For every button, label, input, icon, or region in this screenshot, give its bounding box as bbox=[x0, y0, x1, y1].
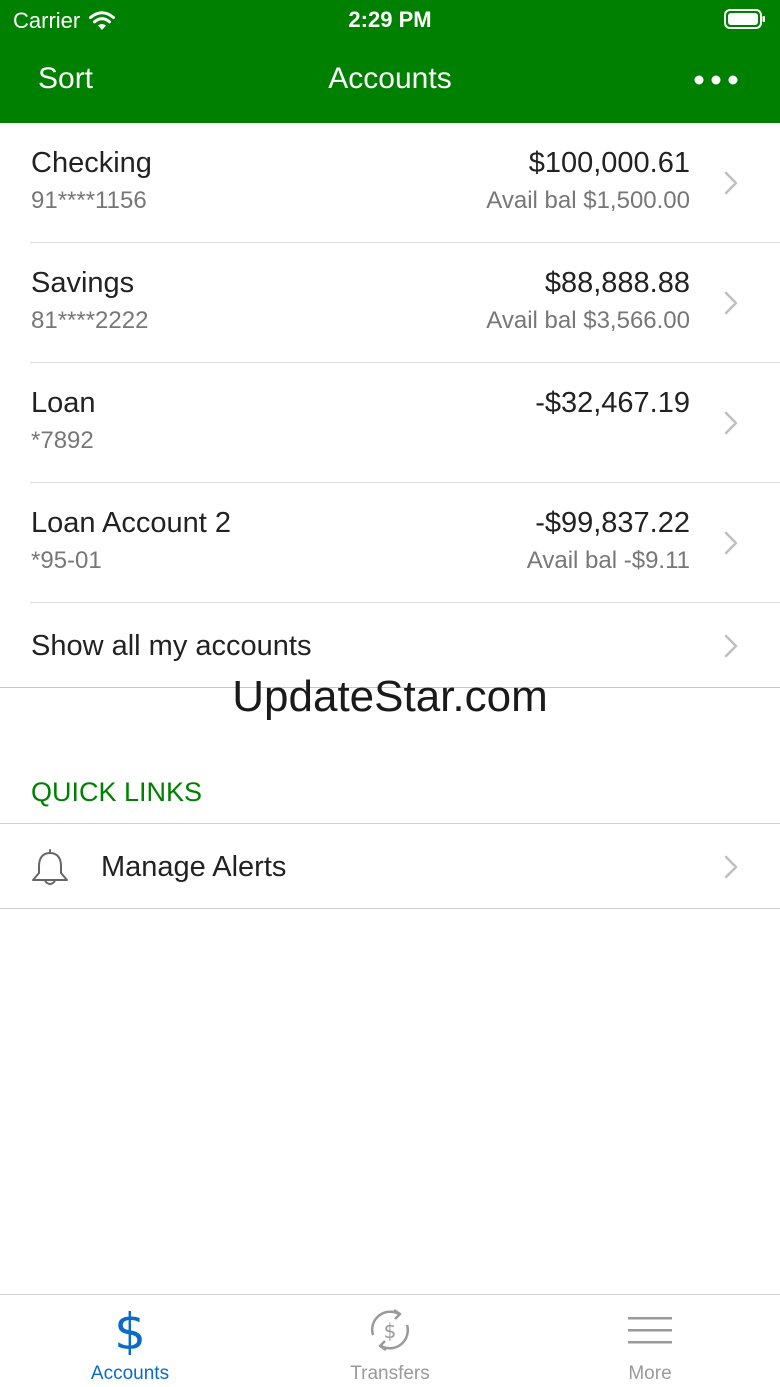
section-divider bbox=[0, 687, 780, 688]
account-number: 91****1156 bbox=[31, 187, 147, 214]
account-balance: $88,888.88 bbox=[544, 267, 690, 299]
available-balance: Avail bal $1,500.00 bbox=[486, 187, 690, 214]
account-row-loan[interactable]: Loan *7892 -$32,467.19 bbox=[0, 363, 780, 483]
tab-label: More bbox=[628, 1363, 672, 1384]
manage-alerts-label: Manage Alerts bbox=[101, 851, 287, 883]
manage-alerts-row[interactable]: Manage Alerts bbox=[0, 824, 780, 909]
show-all-accounts-row[interactable]: Show all my accounts bbox=[0, 603, 780, 688]
sort-button[interactable]: Sort bbox=[38, 62, 93, 96]
tab-accounts[interactable]: $ Accounts bbox=[0, 1295, 260, 1387]
account-number: *7892 bbox=[31, 427, 94, 454]
tab-label: Accounts bbox=[90, 1363, 170, 1384]
show-all-accounts-label: Show all my accounts bbox=[31, 630, 312, 662]
available-balance: Avail bal $3,566.00 bbox=[486, 307, 690, 334]
account-row-loan-account-2[interactable]: Loan Account 2 *95-01 -$99,837.22 Avail … bbox=[0, 483, 780, 603]
account-name: Savings bbox=[31, 267, 135, 299]
row-divider bbox=[0, 908, 780, 909]
account-row-savings[interactable]: Savings 81****2222 $88,888.88 Avail bal … bbox=[0, 243, 780, 363]
account-name: Loan bbox=[31, 387, 96, 419]
app-header: Carrier 2:29 PM Sort Accounts bbox=[0, 0, 780, 123]
svg-text:$: $ bbox=[114, 1305, 146, 1355]
svg-text:$: $ bbox=[384, 1319, 397, 1343]
account-row-checking[interactable]: Checking 91****1156 $100,000.61 Avail ba… bbox=[0, 123, 780, 243]
chevron-right-icon bbox=[724, 171, 738, 195]
account-balance: -$99,837.22 bbox=[535, 507, 690, 539]
tab-more[interactable]: More bbox=[520, 1295, 780, 1387]
nav-bar: Sort Accounts bbox=[0, 40, 780, 123]
dollar-icon: $ bbox=[114, 1305, 146, 1355]
tab-transfers[interactable]: $ Transfers bbox=[260, 1295, 520, 1387]
page-title: Accounts bbox=[328, 62, 452, 95]
account-name: Checking bbox=[31, 147, 152, 179]
transfer-dollar-icon: $ bbox=[370, 1308, 410, 1352]
account-number: 81****2222 bbox=[31, 307, 149, 334]
tab-bar: $ Accounts $ Transfers More bbox=[0, 1294, 780, 1387]
account-balance: -$32,467.19 bbox=[535, 387, 690, 419]
account-name: Loan Account 2 bbox=[31, 507, 231, 539]
bell-icon bbox=[32, 849, 68, 885]
account-list: Checking 91****1156 $100,000.61 Avail ba… bbox=[0, 123, 780, 688]
status-time: 2:29 PM bbox=[348, 7, 432, 32]
battery-icon bbox=[724, 9, 765, 29]
chevron-right-icon bbox=[724, 531, 738, 555]
status-bar: Carrier 2:29 PM bbox=[0, 0, 780, 40]
chevron-right-icon bbox=[724, 634, 738, 658]
account-balance: $100,000.61 bbox=[528, 147, 690, 179]
chevron-right-icon bbox=[724, 291, 738, 315]
chevron-right-icon bbox=[724, 855, 738, 879]
available-balance: Avail bal -$9.11 bbox=[526, 547, 690, 574]
more-options-icon[interactable] bbox=[692, 68, 740, 92]
hamburger-icon bbox=[628, 1317, 672, 1344]
account-number: *95-01 bbox=[31, 547, 102, 574]
quick-links-header: QUICK LINKS bbox=[31, 777, 203, 807]
tab-label: Transfers bbox=[350, 1363, 430, 1384]
chevron-right-icon bbox=[724, 411, 738, 435]
